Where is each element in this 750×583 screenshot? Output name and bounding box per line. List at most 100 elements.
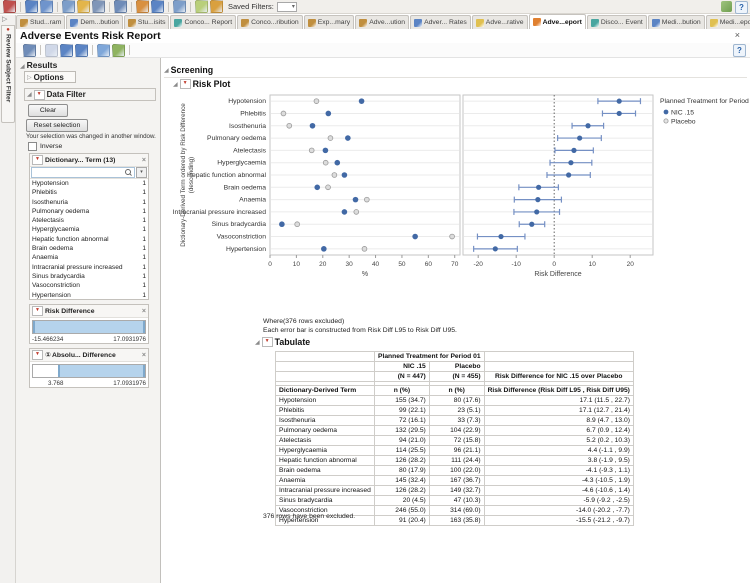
tab-5[interactable]: Exp...mary <box>304 15 354 29</box>
tab-12[interactable]: Medi...eport <box>706 15 750 29</box>
term-list-item[interactable]: Intracranial pressure increased1 <box>30 263 148 272</box>
clipboard-icon[interactable] <box>136 0 149 13</box>
close-icon[interactable]: × <box>142 157 146 164</box>
toolbar-separator <box>40 45 41 55</box>
image-preview-icon[interactable] <box>173 0 186 13</box>
table-row[interactable]: Planned Treatment for Period 01 <box>276 352 634 362</box>
tabulate-header[interactable]: ◢▼Tabulate <box>255 337 310 347</box>
tab-10[interactable]: Disco... Event <box>587 15 647 29</box>
table-row[interactable]: Intracranial pressure increased126 (28.2… <box>276 486 634 496</box>
term-count: 1 <box>142 291 146 300</box>
reset-selection-button[interactable]: Reset selection <box>26 119 88 132</box>
red-triangle-menu-icon[interactable]: ▼ <box>262 337 273 347</box>
svg-text:20: 20 <box>627 261 635 268</box>
svg-text:10: 10 <box>293 261 301 268</box>
table-row[interactable]: Hypotension155 (34.7)80 (17.6)17.1 (11.5… <box>276 396 634 406</box>
term-list-item[interactable]: Anaemia1 <box>30 253 148 262</box>
term-list-item[interactable]: Atelectasis1 <box>30 216 148 225</box>
image-icon[interactable] <box>62 0 75 13</box>
term-list-item[interactable]: Vasoconstriction1 <box>30 281 148 290</box>
filter-new-icon[interactable] <box>195 0 208 13</box>
table-row[interactable]: Anaemia145 (32.4)167 (36.7)-4.3 (-10.5 ,… <box>276 476 634 486</box>
list-icon[interactable] <box>40 0 53 13</box>
tab-8[interactable]: Adve...rative <box>472 15 528 29</box>
table-row[interactable]: Phlebitis99 (22.1)23 (5.1)17.1 (12.7 , 2… <box>276 406 634 416</box>
term-list-item[interactable]: Hypotension1 <box>30 179 148 188</box>
chart-icon[interactable] <box>151 0 164 13</box>
table-row[interactable]: Sinus bradycardia20 (4.5)47 (10.3)-5.9 (… <box>276 496 634 506</box>
search-input[interactable] <box>31 167 135 178</box>
inverse-checkbox[interactable] <box>28 142 37 151</box>
table-row[interactable]: Atelectasis94 (21.0)72 (15.8)5.2 (0.2 , … <box>276 436 634 446</box>
tab-1[interactable]: Dem...bution <box>66 15 123 29</box>
table-row[interactable]: Pulmonary oedema132 (29.5)104 (22.9)6.7 … <box>276 426 634 436</box>
panel-collapse-icon[interactable]: ▷ <box>2 15 7 23</box>
results-header[interactable]: ◢Results <box>20 60 57 70</box>
window-icon[interactable] <box>25 0 38 13</box>
save-icon[interactable] <box>92 0 105 13</box>
term-count: 1 <box>142 272 146 281</box>
red-triangle-menu-icon[interactable]: ▼ <box>32 306 43 316</box>
options-header[interactable]: ▷Options <box>24 71 76 83</box>
report-icon[interactable] <box>23 44 36 57</box>
tab-icon <box>128 19 136 27</box>
tab-3[interactable]: Conco... Report <box>170 15 236 29</box>
window-restore-icon[interactable] <box>721 1 732 12</box>
tab-0[interactable]: Stud...ram <box>16 15 65 29</box>
script-icon[interactable] <box>97 44 110 57</box>
table-row[interactable]: Brain oedema80 (17.9)100 (22.0)-4.1 (-9.… <box>276 466 634 476</box>
tab-11[interactable]: Medi...bution <box>648 15 705 29</box>
term-list-item[interactable]: Hypertension1 <box>30 291 148 300</box>
red-triangle-menu-icon[interactable]: ▼ <box>32 350 43 360</box>
refresh-icon[interactable] <box>112 44 125 57</box>
risk-plot-canvas[interactable]: 010203040506070-20-1001020%Risk Differen… <box>161 58 750 398</box>
tab-2[interactable]: Stu...isits <box>124 15 170 29</box>
add-data-icon[interactable] <box>3 0 16 13</box>
inverse-option[interactable]: Inverse <box>28 142 62 151</box>
tab-9[interactable]: Adve...eport <box>529 14 586 29</box>
toolbar-separator <box>57 2 58 12</box>
folder-open-icon[interactable] <box>77 0 90 13</box>
help-icon[interactable]: ? <box>733 44 746 57</box>
term-list-item[interactable]: Pulmonary oedema1 <box>30 207 148 216</box>
red-triangle-menu-icon[interactable]: ▼ <box>34 90 45 100</box>
clear-button[interactable]: Clear <box>28 104 68 117</box>
disclosure-icon: ◢ <box>20 64 25 70</box>
data-filter-header[interactable]: ◢▼Data Filter <box>24 88 156 101</box>
close-icon[interactable]: × <box>735 30 740 40</box>
close-icon[interactable]: × <box>142 352 146 359</box>
help-icon[interactable]: ? <box>735 1 748 14</box>
window-cascade-icon[interactable] <box>75 44 88 57</box>
search-options-dropdown[interactable]: ▾ <box>136 167 147 178</box>
table-row[interactable]: Hyperglycaemia114 (25.5)96 (21.1)4.4 (-1… <box>276 446 634 456</box>
absolute-difference-slider[interactable] <box>32 364 146 378</box>
data-table-icon[interactable] <box>45 44 58 57</box>
term-list-item[interactable]: Brain oedema1 <box>30 244 148 253</box>
red-triangle-menu-icon[interactable]: ▼ <box>32 155 43 165</box>
tab-icon <box>20 19 28 27</box>
table-row[interactable]: NIC .15Placebo <box>276 362 634 372</box>
table-row[interactable]: Isosthenuria72 (16.1)33 (7.3)8.9 (4.7 , … <box>276 416 634 426</box>
table-row[interactable]: Hepatic function abnormal126 (28.2)111 (… <box>276 456 634 466</box>
table-row[interactable]: (N = 447)(N = 455)Risk Difference for NI… <box>276 372 634 382</box>
excluded-rows-note: 376 rows have been excluded. <box>263 513 355 520</box>
term-list-item[interactable]: Isosthenuria1 <box>30 198 148 207</box>
placebo-cell: 23 (5.1) <box>429 406 484 416</box>
term-filter-title: Dictionary... Term (13) <box>45 157 115 164</box>
term-list-item[interactable]: Hepatic function abnormal1 <box>30 235 148 244</box>
slider-min-label: -15.466234 <box>32 336 63 343</box>
tab-4[interactable]: Conco...ribution <box>237 15 303 29</box>
tab-6[interactable]: Adve...ution <box>355 15 409 29</box>
review-subject-filter-tab[interactable]: ● Review Subject Filter <box>1 25 15 123</box>
tab-7[interactable]: Adver... Rates <box>410 15 471 29</box>
term-list-item[interactable]: Phlebitis1 <box>30 188 148 197</box>
zoom-icon[interactable] <box>114 0 127 13</box>
window-tile-icon[interactable] <box>60 44 73 57</box>
risk-difference-slider[interactable] <box>32 320 146 334</box>
saved-filters-dropdown[interactable]: ▾ <box>277 2 297 12</box>
filter-table-icon[interactable] <box>210 0 223 13</box>
term-list-item[interactable]: Hyperglycaemia1 <box>30 225 148 234</box>
close-icon[interactable]: × <box>142 308 146 315</box>
table-row[interactable]: Dictionary-Derived Termn (%)n (%)Risk Di… <box>276 386 634 396</box>
term-list-item[interactable]: Sinus bradycardia1 <box>30 272 148 281</box>
